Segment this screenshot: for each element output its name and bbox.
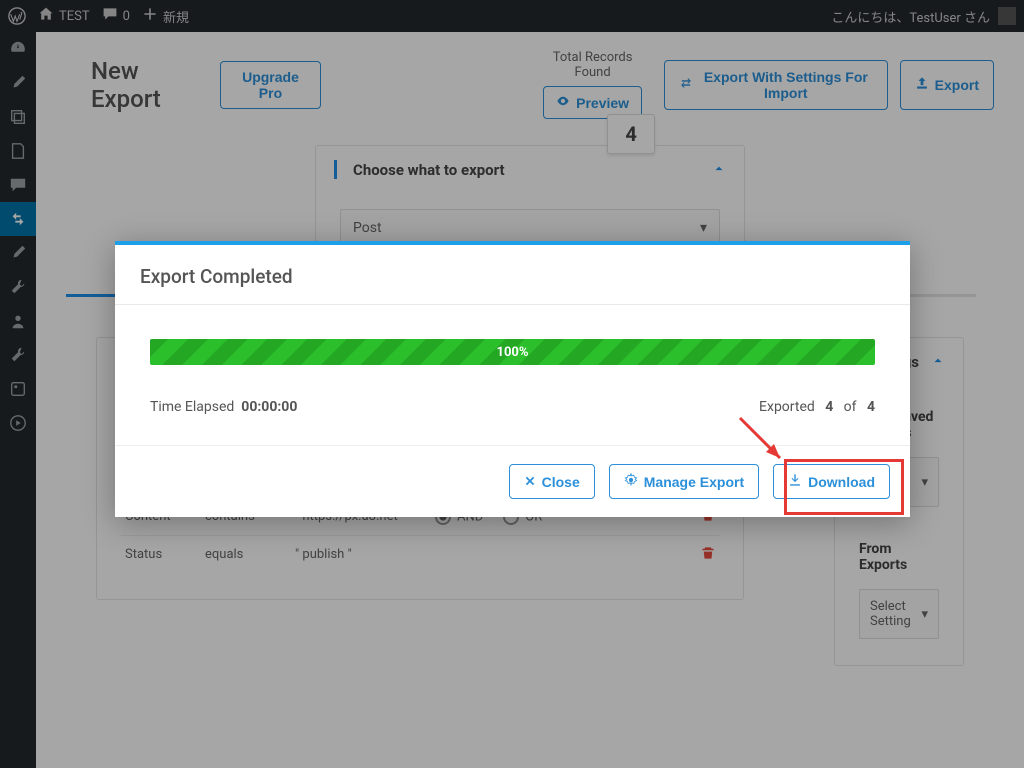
exported-total: 4	[867, 399, 875, 415]
progress-label: 100%	[497, 345, 529, 360]
download-icon	[788, 473, 802, 490]
exported-n: 4	[825, 399, 833, 415]
time-elapsed: Time Elapsed 00:00:00	[150, 399, 297, 415]
close-label: Close	[542, 474, 580, 490]
download-button[interactable]: Download	[773, 464, 890, 499]
progress-bar: 100%	[150, 339, 875, 365]
gear-icon	[624, 473, 638, 490]
elapsed-value: 00:00:00	[241, 399, 297, 415]
exported-label: Exported	[759, 399, 815, 415]
modal-title: Export Completed	[115, 245, 910, 304]
manage-export-label: Manage Export	[644, 474, 744, 490]
of-label: of	[844, 399, 857, 415]
manage-export-button[interactable]: Manage Export	[609, 464, 759, 499]
exported-count: Exported 4 of 4	[759, 399, 875, 415]
elapsed-label: Time Elapsed	[150, 399, 234, 415]
export-completed-modal: Export Completed 100% Time Elapsed 00:00…	[115, 241, 910, 517]
download-label: Download	[808, 474, 875, 490]
close-button[interactable]: Close	[509, 464, 595, 499]
close-icon	[524, 474, 536, 490]
